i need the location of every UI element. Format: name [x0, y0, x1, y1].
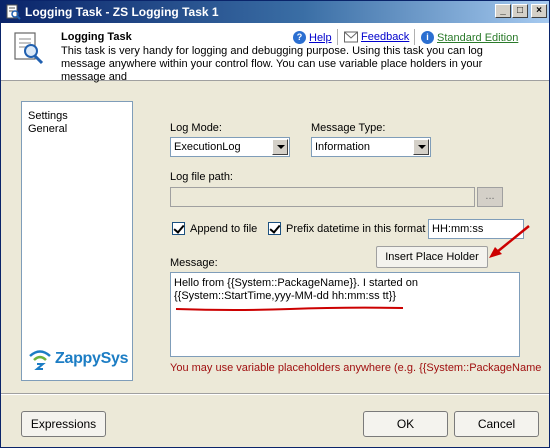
red-underline-annotation — [175, 306, 404, 311]
help-link[interactable]: ? Help — [293, 31, 332, 44]
header-title: Logging Task — [61, 31, 132, 43]
magnifier-document-icon — [14, 32, 44, 65]
info-icon: i — [421, 31, 434, 44]
nav-item-settings[interactable]: Settings — [28, 110, 68, 122]
browse-button[interactable]: ... — [477, 187, 503, 207]
help-link-label[interactable]: Help — [309, 32, 332, 44]
append-label: Append to file — [190, 223, 258, 235]
logging-task-dialog: Logging Task - ZS Logging Task 1 _ □ × L… — [0, 0, 550, 448]
wifi-logo-icon — [29, 350, 51, 370]
message-line: {{System::StartTime,yyy-MM-dd hh:mm:ss t… — [174, 290, 397, 302]
ok-button[interactable]: OK — [363, 411, 448, 437]
cancel-button[interactable]: Cancel — [454, 411, 539, 437]
prefix-label: Prefix datetime in this format — [286, 223, 426, 235]
message-line: Hello from {{System::PackageName}}. I st… — [174, 277, 418, 289]
window-title: Logging Task - ZS Logging Task 1 — [25, 5, 219, 19]
feedback-link[interactable]: Feedback — [344, 31, 409, 43]
header-banner: Logging Task This task is very handy for… — [1, 23, 549, 83]
nav-item-general[interactable]: General — [28, 123, 67, 135]
bottom-divider — [1, 393, 549, 395]
log-mode-label: Log Mode: — [170, 122, 222, 134]
help-icon: ? — [293, 31, 306, 44]
insert-place-holder-button[interactable]: Insert Place Holder — [376, 246, 488, 268]
message-type-select[interactable]: Information — [311, 137, 431, 157]
log-file-path-label: Log file path: — [170, 171, 233, 183]
message-type-value: Information — [315, 141, 371, 153]
prefix-checkbox[interactable] — [268, 222, 281, 235]
logging-task-icon — [6, 4, 21, 20]
message-label: Message: — [170, 257, 218, 269]
link-divider — [337, 29, 338, 45]
chevron-down-icon[interactable] — [272, 139, 288, 155]
chevron-down-icon[interactable] — [413, 139, 429, 155]
placeholder-hint: You may use variable placeholders anywhe… — [170, 362, 542, 374]
link-divider — [414, 29, 415, 45]
envelope-icon — [344, 31, 358, 43]
message-textarea[interactable]: Hello from {{System::PackageName}}. I st… — [170, 272, 520, 357]
feedback-link-label[interactable]: Feedback — [361, 31, 409, 43]
expressions-button[interactable]: Expressions — [21, 411, 106, 437]
append-checkbox[interactable] — [172, 222, 185, 235]
red-arrow-annotation — [489, 225, 530, 258]
minimize-button[interactable]: _ — [495, 4, 511, 18]
zappysys-logo: ZappySys — [28, 348, 128, 370]
edition-link-label[interactable]: Standard Edition — [437, 32, 518, 44]
datetime-format-value: HH:mm:ss — [432, 223, 484, 235]
settings-panel: Log Mode: ExecutionLog Message Type: Inf… — [143, 101, 549, 381]
log-file-path-input[interactable] — [170, 187, 475, 207]
logo-text: ZappySys — [55, 350, 129, 367]
title-bar[interactable]: Logging Task - ZS Logging Task 1 _ □ × — [1, 1, 549, 23]
edition-link[interactable]: i Standard Edition — [421, 31, 518, 44]
log-mode-value: ExecutionLog — [174, 141, 241, 153]
log-mode-select[interactable]: ExecutionLog — [170, 137, 290, 157]
message-type-label: Message Type: — [311, 122, 386, 134]
settings-nav: Settings General ZappySys — [21, 101, 133, 381]
maximize-button[interactable]: □ — [512, 4, 528, 18]
close-button[interactable]: × — [531, 4, 547, 18]
header-description: This task is very handy for logging and … — [61, 45, 483, 83]
